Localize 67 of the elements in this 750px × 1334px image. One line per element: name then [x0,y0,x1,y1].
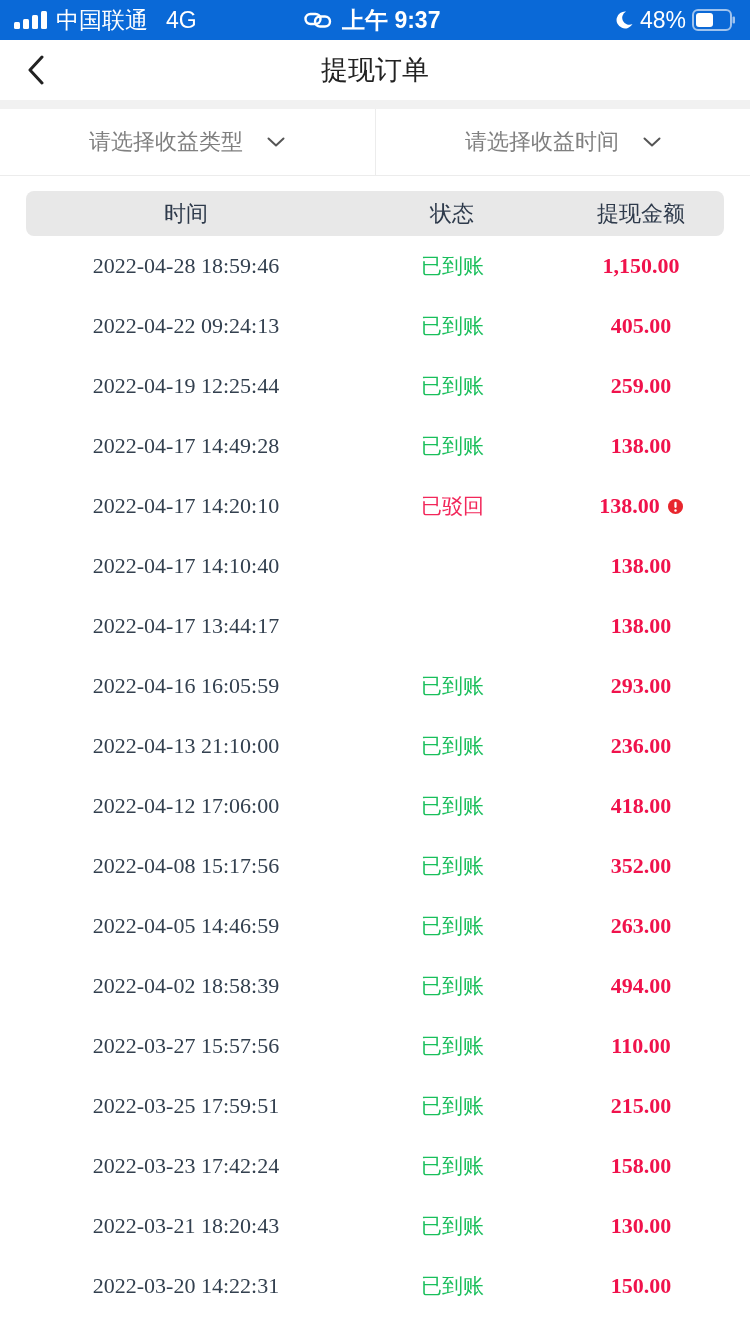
status-text: 已到账 [420,793,484,819]
status-text: 已到账 [420,673,484,699]
status-text: 已到账 [420,733,484,759]
amount-cell: 236.00 [610,733,672,759]
chevron-down-icon [642,137,661,147]
time-cell: 2022-04-17 14:49:28 [92,433,280,459]
amount-cell: 158.00 [610,1153,672,1179]
status-text: 已到账 [420,1033,484,1059]
amount-cell: 263.00 [610,913,672,939]
time-cell: 2022-03-20 14:22:31 [92,1273,280,1299]
time-cell: 2022-04-19 12:25:44 [92,373,280,399]
status-text: 已到账 [420,973,484,999]
status-text: 已到账 [420,1273,484,1299]
status-text: 已驳回 [420,493,484,519]
column-header: 时间 [164,199,208,228]
clock-time: 上午 9:37 [342,7,441,33]
time-cell: 2022-04-05 14:46:59 [92,913,280,939]
time-cell: 2022-04-13 21:10:00 [92,733,280,759]
column-header: 提现金额 [597,199,685,228]
time-cell: 2022-03-21 18:20:43 [92,1213,280,1239]
amount-cell: 138.00 [610,613,672,639]
time-cell: 2022-04-12 17:06:00 [92,793,280,819]
time-cell: 2022-04-16 16:05:59 [92,673,280,699]
amount-cell: 418.00 [610,793,672,819]
back-button[interactable] [26,53,46,87]
time-cell: 2022-03-25 17:59:51 [92,1093,280,1119]
time-cell: 2022-04-17 13:44:17 [92,613,280,639]
time-cell: 2022-04-02 18:58:39 [92,973,280,999]
chevron-down-icon [267,137,286,147]
battery-icon [692,9,736,31]
amount-cell: 110.00 [611,1033,671,1059]
status-text: 已到账 [420,433,484,459]
page-title: 提现订单 [321,54,429,87]
amount-cell: 494.00 [610,973,672,999]
network-type: 4G [166,7,197,33]
time-cell: 2022-04-22 09:24:13 [92,313,280,339]
amount-cell: 138.00 [610,433,672,459]
column-header: 状态 [430,199,474,228]
status-text: 已到账 [420,313,484,339]
amount-cell: 215.00 [610,1093,672,1119]
status-text: 已到账 [420,913,484,939]
time-cell: 2022-04-17 14:20:10 [92,493,280,519]
time-cell: 2022-03-27 15:57:56 [92,1033,280,1059]
status-text: 已到账 [420,253,484,279]
amount-cell: 138.00 [610,553,672,579]
status-text: 已到账 [420,1153,484,1179]
back-icon [28,55,44,85]
status-text: 已到账 [420,853,484,879]
amount-cell: 293.00 [610,673,672,699]
time-cell: 2022-04-28 18:59:46 [92,253,280,279]
amount-cell: 405.00 [610,313,672,339]
time-cell: 2022-04-08 15:17:56 [92,853,280,879]
status-text: 已到账 [420,373,484,399]
time-cell: 2022-03-23 17:42:24 [92,1153,280,1179]
time-cell: 2022-04-17 14:10:40 [92,553,280,579]
battery-percent: 48% [639,7,686,33]
amount-cell: 259.00 [610,373,672,399]
status-text: 已到账 [420,1213,484,1239]
amount-cell: 130.00 [610,1213,672,1239]
amount-cell: 1,150.00 [602,253,680,279]
amount-cell: 138.00 [599,493,660,519]
link-icon [304,11,332,29]
carrier-name: 中国联通 [56,7,148,33]
amount-cell: 352.00 [610,853,672,879]
amount-cell: 150.00 [610,1273,672,1299]
status-text: 已到账 [420,1093,484,1119]
signal-icon [14,11,48,29]
